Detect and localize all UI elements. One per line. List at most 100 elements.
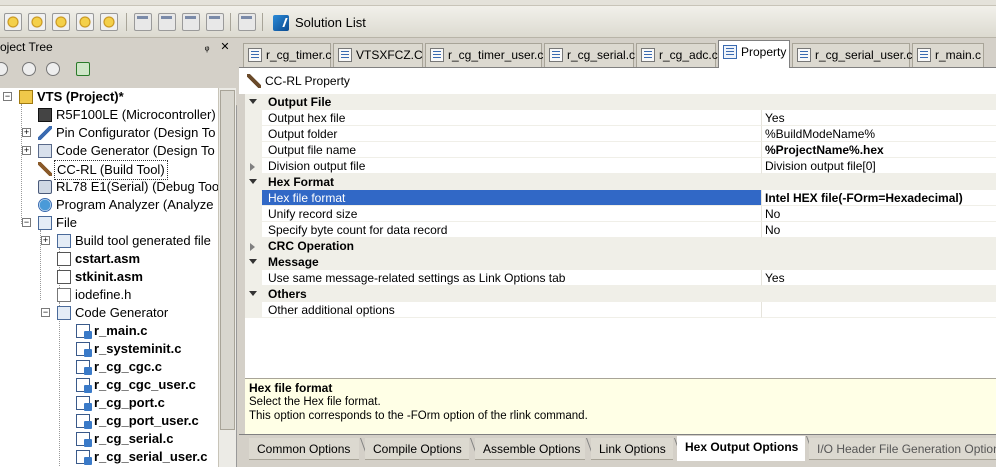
- expand-icon[interactable]: +: [22, 128, 31, 137]
- build-settings-icon[interactable]: [52, 13, 70, 31]
- window-next-icon[interactable]: [182, 13, 200, 31]
- prop-value[interactable]: Division output file[0]: [762, 158, 996, 174]
- doc-tab-r-cg-serial-user-c[interactable]: r_cg_serial_user.c: [792, 43, 912, 67]
- c-file-icon: [549, 48, 563, 62]
- category-others[interactable]: Others: [245, 286, 996, 302]
- doc-tab-r-cg-timer-user-c[interactable]: r_cg_timer_user.c: [425, 43, 544, 67]
- scrollbar-thumb[interactable]: [220, 90, 235, 430]
- prop-value[interactable]: No: [762, 206, 996, 222]
- prop-output-file-name[interactable]: Output file name %ProjectName%.hex: [245, 142, 996, 158]
- expand-icon[interactable]: [250, 163, 255, 171]
- doc-tab-label: r_cg_timer_user.c: [448, 48, 544, 62]
- settings-alt-icon[interactable]: [28, 13, 46, 31]
- prop-hex-file-format[interactable]: Hex file format Intel HEX file(-FOrm=Hex…: [245, 190, 996, 206]
- rebuild-icon[interactable]: [76, 13, 94, 31]
- solution-list-button[interactable]: Solution List: [271, 12, 372, 34]
- prop-value[interactable]: [762, 302, 996, 318]
- project-tree: − VTS (Project)* R5F100LE (Microcontroll…: [0, 88, 218, 467]
- prop-output-hex-file[interactable]: Output hex file Yes: [245, 110, 996, 126]
- tab-label: Hex Output Options: [685, 440, 799, 454]
- expand-icon[interactable]: [250, 243, 255, 251]
- doc-tab-r-cg-adc-c[interactable]: r_cg_adc.c: [636, 43, 718, 67]
- expand-icon[interactable]: +: [22, 146, 31, 155]
- tab-label: Compile Options: [373, 442, 462, 456]
- doc-tab-label: r_main.c: [935, 48, 982, 62]
- tree-item-label: r_cg_serial.c: [94, 431, 174, 446]
- window-prev-icon[interactable]: [158, 13, 176, 31]
- prop-value[interactable]: Yes: [762, 110, 996, 126]
- category-hex-format[interactable]: Hex Format: [245, 174, 996, 190]
- collapse-icon[interactable]: −: [3, 92, 12, 101]
- collapse-icon[interactable]: −: [22, 218, 31, 227]
- prop-byte-count-data-record[interactable]: Specify byte count for data record No: [245, 222, 996, 238]
- debug-tool-icon: [38, 180, 52, 194]
- doc-tab-label: r_cg_adc.c: [659, 48, 718, 62]
- tab-common-options[interactable]: Common Options: [249, 438, 370, 460]
- doc-tab-r-cg-timer-c[interactable]: r_cg_timer.c: [243, 43, 331, 67]
- category-label: CRC Operation: [262, 238, 996, 254]
- window-close-icon[interactable]: [206, 13, 224, 31]
- menu-strip-edge: [0, 0, 996, 6]
- prop-output-folder[interactable]: Output folder %BuildModeName%: [245, 126, 996, 142]
- hex-format-select[interactable]: Intel HEX file(-FOrm=Hexadecimal): [762, 190, 996, 206]
- category-output-file[interactable]: Output File: [245, 94, 996, 110]
- clean-icon[interactable]: [100, 13, 118, 31]
- collapse-icon[interactable]: [249, 179, 257, 184]
- category-message[interactable]: Message: [245, 254, 996, 270]
- close-icon[interactable]: ✕: [218, 38, 232, 56]
- project-tree-scrollbar[interactable]: [218, 88, 236, 467]
- property-header: CC-RL Property: [239, 68, 996, 94]
- options-icon[interactable]: [22, 62, 36, 76]
- prop-value[interactable]: %BuildModeName%: [762, 126, 996, 142]
- asm-file-icon: [57, 252, 71, 266]
- pin-icon[interactable]: ᵩ: [200, 38, 214, 56]
- tab-io-header-options[interactable]: I/O Header File Generation Options: [809, 438, 996, 460]
- collapse-icon[interactable]: [249, 99, 257, 104]
- asm-file-icon: [57, 270, 71, 284]
- analyzer-icon: [38, 198, 52, 212]
- category-crc-operation[interactable]: CRC Operation: [245, 238, 996, 254]
- prop-other-additional-options[interactable]: Other additional options: [245, 302, 996, 318]
- prop-value[interactable]: %ProjectName%.hex: [762, 142, 996, 158]
- prop-value[interactable]: No: [762, 222, 996, 238]
- description-title: Hex file format: [249, 381, 333, 395]
- refresh-icon[interactable]: [76, 62, 90, 76]
- tab-label: I/O Header File Generation Options: [817, 442, 996, 456]
- tree-item-label: stkinit.asm: [75, 269, 143, 284]
- user-icon[interactable]: [46, 62, 60, 76]
- window-list-icon[interactable]: [238, 13, 256, 31]
- property-grid: Output File Output hex file Yes Output f…: [245, 94, 996, 379]
- category-label: Message: [262, 254, 996, 270]
- doc-tab-property[interactable]: Property: [718, 40, 790, 69]
- doc-tab-label: r_cg_timer.c: [266, 48, 332, 62]
- prop-same-message-settings[interactable]: Use same message-related settings as Lin…: [245, 270, 996, 286]
- project-tree-title: roject Tree: [0, 40, 53, 54]
- c-file-icon: [430, 48, 444, 62]
- prop-name: Output file name: [262, 142, 762, 158]
- window-icon[interactable]: [134, 13, 152, 31]
- toolbar-separator: [262, 13, 263, 31]
- collapse-icon[interactable]: [249, 291, 257, 296]
- tree-item-label: Code Generator (Design To: [56, 143, 215, 158]
- prop-division-output-file[interactable]: Division output file Division output fil…: [245, 158, 996, 174]
- tree-item-label: iodefine.h: [75, 287, 132, 302]
- tree-item-label: Build tool generated file: [75, 233, 211, 248]
- doc-tab-r-main-c[interactable]: r_main.c: [912, 43, 984, 67]
- tab-link-options[interactable]: Link Options: [591, 438, 684, 460]
- doc-tab-vtsxfcz-c[interactable]: VTSXFCZ.C: [333, 43, 423, 67]
- properties-icon[interactable]: [0, 62, 8, 76]
- collapse-icon[interactable]: −: [41, 308, 50, 317]
- expand-icon[interactable]: +: [41, 236, 50, 245]
- doc-tab-r-cg-serial-c[interactable]: r_cg_serial.c: [544, 43, 635, 67]
- tab-compile-options[interactable]: Compile Options: [365, 438, 480, 460]
- row-gutter: [245, 94, 262, 110]
- prop-unify-record-size[interactable]: Unify record size No: [245, 206, 996, 222]
- prop-value[interactable]: Yes: [762, 270, 996, 286]
- tab-assemble-options[interactable]: Assemble Options: [475, 438, 596, 460]
- collapse-icon[interactable]: [249, 259, 257, 264]
- settings-icon[interactable]: [4, 13, 22, 31]
- tab-hex-output-options[interactable]: Hex Output Options: [677, 436, 816, 461]
- tree-item-label: Program Analyzer (Analyze: [56, 197, 214, 212]
- c-file-icon: [76, 360, 92, 375]
- doc-tab-label: VTSXFCZ.C: [356, 48, 423, 62]
